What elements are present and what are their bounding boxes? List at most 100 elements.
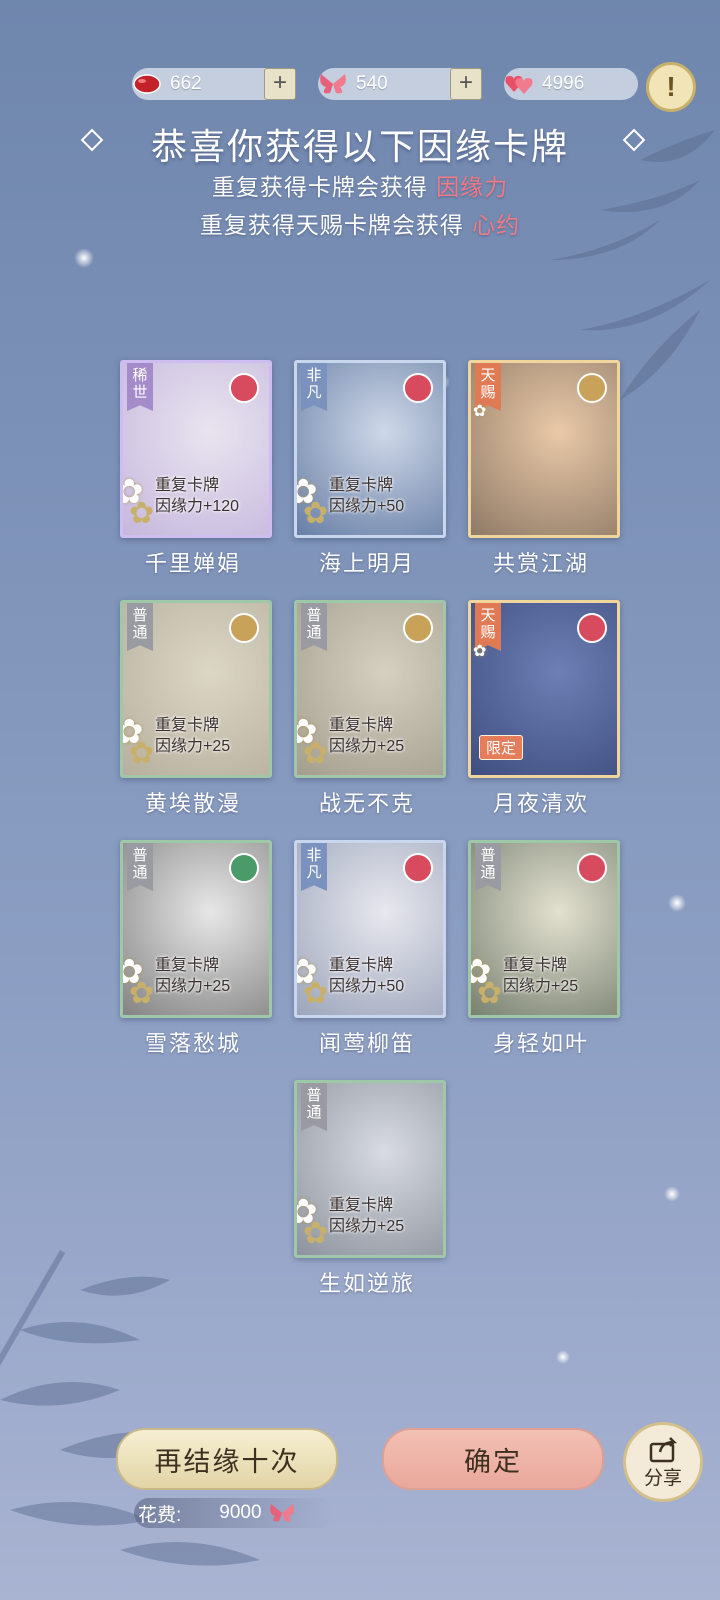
card-name: 月夜清欢 <box>492 792 589 817</box>
hearts-icon <box>502 67 536 101</box>
repeat-info: 重复卡牌因缘力+120 <box>155 475 239 517</box>
bonus-label: 因缘力+120 <box>155 498 240 515</box>
red-bean-count: 662 <box>170 73 202 94</box>
repeat-info: 重复卡牌因缘力+25 <box>503 955 578 997</box>
subtitle-line-2: 重复获得天赐卡牌会获得 心约 <box>0 206 720 240</box>
bonus-label: 因缘力+25 <box>503 978 579 995</box>
seal-icon <box>577 373 607 403</box>
cost-value: 9000 <box>219 1502 262 1523</box>
seal-icon <box>229 373 259 403</box>
blossom-icon: ✿ <box>303 736 329 771</box>
sparkle <box>74 248 94 268</box>
card-name: 生如逆旅 <box>318 1272 415 1297</box>
butterfly-icon <box>269 1504 294 1522</box>
add-butterfly-button[interactable]: + <box>450 68 482 100</box>
rarity-tag: 普通 <box>301 603 327 651</box>
add-red-bean-button[interactable]: + <box>264 68 296 100</box>
blossom-icon: ✿ <box>473 641 487 660</box>
red-bean-icon <box>130 67 164 101</box>
card-5[interactable]: 普通✿✿重复卡牌因缘力+25 <box>294 600 446 778</box>
repeat-label: 重复卡牌 <box>503 957 568 974</box>
confirm-button[interactable]: 确定 <box>382 1428 604 1490</box>
blossom-icon: ✿ <box>477 976 503 1011</box>
currency-red-bean: 662 + <box>132 68 296 100</box>
bonus-label: 因缘力+50 <box>329 498 405 515</box>
repeat-info: 重复卡牌因缘力+25 <box>329 1195 404 1237</box>
card-name: 海上明月 <box>318 552 415 577</box>
share-button[interactable]: 分享 <box>623 1422 703 1502</box>
repeat-info: 重复卡牌因缘力+25 <box>155 715 230 757</box>
repeat-label: 重复卡牌 <box>329 717 394 734</box>
bonus-label: 因缘力+25 <box>155 978 231 995</box>
card-name: 战无不克 <box>318 792 415 817</box>
repeat-label: 重复卡牌 <box>155 957 220 974</box>
seal-icon <box>403 613 433 643</box>
blossom-icon: ✿ <box>303 976 329 1011</box>
share-label: 分享 <box>643 1466 682 1489</box>
card-name: 闻莺柳笛 <box>318 1032 415 1057</box>
card-8[interactable]: 非凡✿✿重复卡牌因缘力+50 <box>294 840 446 1018</box>
sparkle <box>556 1350 570 1364</box>
hearts-count: 4996 <box>542 73 585 94</box>
card-name: 共赏江湖 <box>492 552 589 577</box>
card-9[interactable]: 普通✿✿重复卡牌因缘力+25 <box>468 840 620 1018</box>
repeat-label: 重复卡牌 <box>155 717 220 734</box>
blossom-icon: ✿ <box>303 496 329 531</box>
share-icon <box>649 1436 678 1462</box>
bonus-label: 因缘力+25 <box>329 1218 405 1235</box>
subtitle-line-1: 重复获得卡牌会获得 因缘力 <box>0 168 720 202</box>
bonus-label: 因缘力+50 <box>329 978 405 995</box>
subtitle-text: 重复获得天赐卡牌会获得 <box>199 213 464 239</box>
exclamation-icon: ! <box>666 71 676 102</box>
repeat-label: 重复卡牌 <box>329 957 394 974</box>
repeat-info: 重复卡牌 因缘力+50 <box>329 475 404 517</box>
repeat-label: 重复卡牌 <box>329 1197 394 1214</box>
card-2[interactable]: 非凡✿✿重复卡牌因缘力+50 <box>294 360 446 538</box>
draw-ten-again-button[interactable]: 再结缘十次 <box>116 1428 338 1490</box>
subtitle-highlight: 心约 <box>472 213 521 239</box>
seal-icon <box>403 373 433 403</box>
seal-icon <box>229 613 259 643</box>
card-name: 雪落愁城 <box>144 1032 241 1057</box>
butterfly-count: 540 <box>356 73 388 94</box>
rarity-tag: 非凡 <box>301 363 327 411</box>
card-7[interactable]: 普通✿✿重复卡牌因缘力+25 <box>120 840 272 1018</box>
currency-hearts: 4996 <box>504 68 638 100</box>
seal-icon <box>229 853 259 883</box>
card-name: 身轻如叶 <box>492 1032 589 1057</box>
blossom-icon: ✿ <box>129 976 155 1011</box>
sparkle <box>664 1186 680 1202</box>
card-name: 千里婵娟 <box>144 552 241 577</box>
card-6[interactable]: 天赐 ✿ 限定 <box>468 600 620 778</box>
info-alert-button[interactable]: ! <box>646 62 696 112</box>
limited-badge: 限定 <box>479 735 524 760</box>
rarity-tag: 稀世 <box>127 363 153 411</box>
page-title: 恭喜你获得以下因缘卡牌 <box>150 127 569 168</box>
blossom-icon: ✿ <box>303 1216 329 1251</box>
seal-icon <box>577 853 607 883</box>
cost-display: 花费: 9000 <box>134 1498 334 1528</box>
currency-butterfly: 540 + <box>318 68 482 100</box>
card-3[interactable]: 天赐 ✿ <box>468 360 620 538</box>
bamboo-decoration-icon <box>0 1250 260 1566</box>
card-10[interactable]: 普通✿✿重复卡牌因缘力+25 <box>294 1080 446 1258</box>
rarity-tag: 非凡 <box>301 843 327 891</box>
blossom-icon: ✿ <box>129 496 155 531</box>
repeat-label: 重复卡牌 <box>155 477 220 494</box>
rarity-tag: 普通 <box>127 843 153 891</box>
card-name: 黄埃散漫 <box>144 792 241 817</box>
repeat-info: 重复卡牌因缘力+25 <box>155 955 230 997</box>
seal-icon <box>403 853 433 883</box>
card-1[interactable]: 稀世✿✿重复卡牌因缘力+120 <box>120 360 272 538</box>
confirm-label: 确定 <box>464 1446 522 1478</box>
rarity-tag: 普通 <box>127 603 153 651</box>
rarity-tag: 普通 <box>475 843 501 891</box>
card-4[interactable]: 普通✿✿重复卡牌因缘力+25 <box>120 600 272 778</box>
rarity-tag: 普通 <box>301 1083 327 1131</box>
bonus-label: 因缘力+25 <box>155 738 231 755</box>
butterfly-icon <box>316 67 350 101</box>
blossom-icon: ✿ <box>473 401 487 420</box>
draw-ten-again-label: 再结缘十次 <box>154 1446 300 1478</box>
subtitle-text: 重复获得卡牌会获得 <box>211 175 428 201</box>
bonus-label: 因缘力+25 <box>329 738 405 755</box>
